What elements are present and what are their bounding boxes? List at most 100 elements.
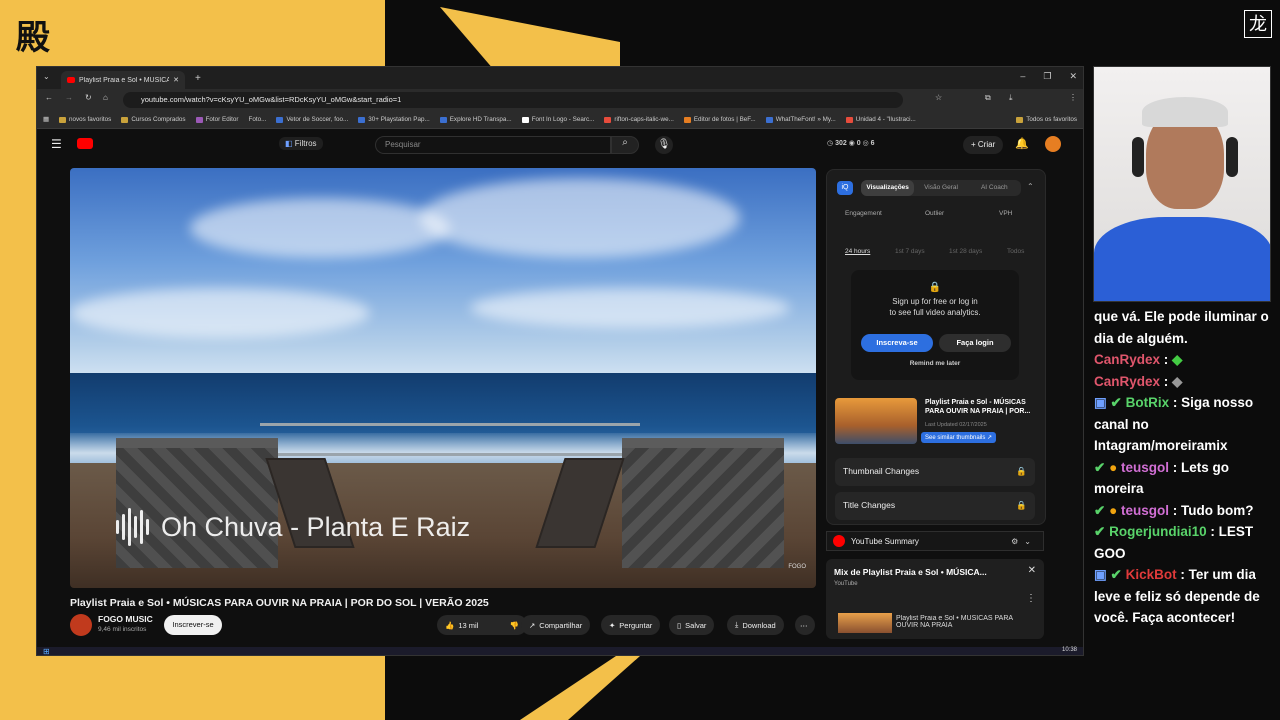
tab-title: Playlist Praia e Sol • MÚSICAS P (79, 76, 169, 84)
range-24h[interactable]: 24 hours (845, 248, 870, 255)
lock-text-2: to see full video analytics. (889, 308, 981, 317)
all-bookmarks[interactable]: Todos os favoritos (1016, 116, 1077, 123)
create-button[interactable]: + Criar (963, 136, 1004, 154)
bookmark-label: novos favoritos (68, 116, 112, 123)
subscribe-button[interactable]: Inscrever-se (164, 615, 222, 635)
dislike-icon[interactable]: 👎 (510, 621, 519, 630)
bookmark-4[interactable]: Vetor de Soccer, foo... (276, 116, 348, 123)
webcam-feed (1093, 66, 1271, 302)
chat-user: KickBot (1125, 567, 1177, 582)
microphone-icon[interactable]: 🎙 (655, 136, 673, 154)
streamer-hair (1142, 97, 1228, 127)
bookmark-9[interactable]: Editor de fotos | BeF... (683, 116, 756, 123)
tab-ai-coach[interactable]: AI Coach (968, 180, 1021, 196)
video-thumbnail[interactable] (835, 398, 917, 444)
signup-button[interactable]: Inscreva-se (861, 334, 933, 352)
notifications-bell-icon[interactable]: 🔔 (1015, 137, 1029, 150)
filters-button[interactable]: ◧ Filtros (279, 137, 323, 150)
bookmark-5[interactable]: 30+ Playstation Pap... (358, 116, 430, 123)
profile-avatar[interactable] (1045, 136, 1061, 152)
remind-later-link[interactable]: Remind me later (851, 360, 1019, 367)
bookmark-7[interactable]: Font In Logo - Searc... (521, 116, 595, 123)
bookmark-10[interactable]: WhatTheFont! » My... (765, 116, 836, 123)
panel-tabs: Visualizações Visão Geral AI Coach (861, 180, 1021, 196)
verified-icon: ✔ (1110, 567, 1122, 582)
search-icon[interactable]: ⌕ (611, 136, 639, 154)
like-dislike-group[interactable]: 👍 13 mil 👎 (437, 615, 527, 635)
verified-icon: ✔ (1094, 524, 1106, 539)
more-actions-icon[interactable]: ⋯ (795, 615, 815, 635)
bookmark-0[interactable]: novos favoritos (58, 116, 112, 123)
reload-icon[interactable]: ↻ (85, 93, 92, 102)
apps-icon[interactable]: ▦ (43, 116, 49, 123)
overlay-stripe-bottom (520, 656, 640, 720)
video-player[interactable]: Oh Chuva - Planta E Raiz FOGO (70, 168, 816, 588)
bookmark-label: WhatTheFont! » My... (775, 116, 836, 123)
collapse-icon[interactable]: ⌃ (1027, 182, 1034, 191)
similar-label: See similar thumbnails (925, 435, 986, 441)
start-icon[interactable]: ⊞ (43, 647, 50, 655)
tab-views[interactable]: Visualizações (861, 180, 915, 196)
menu-dots-icon[interactable]: ⋮ (1069, 93, 1077, 102)
tab-bar: ⌄ Playlist Praia e Sol • MÚSICAS P ✕ + –… (37, 67, 1083, 89)
bookmark-star-icon[interactable]: ☆ (935, 93, 942, 102)
bookmark-11[interactable]: Unidad 4 - "Ilustraci... (845, 116, 916, 123)
bookmark-6[interactable]: Explore HD Transpa... (439, 116, 512, 123)
extensions-icon[interactable]: ⧉ (985, 93, 991, 103)
lock-text-1: Sign up for free or log in (892, 297, 978, 306)
close-icon[interactable]: ✕ (1028, 565, 1036, 576)
home-icon[interactable]: ⌂ (103, 93, 108, 102)
download-button[interactable]: ⤓ Download (727, 615, 784, 635)
range-7d[interactable]: 1st 7 days (895, 248, 925, 255)
bookmark-label: Font In Logo - Searc... (531, 116, 595, 123)
new-tab-icon[interactable]: + (195, 73, 201, 84)
tab-youtube[interactable]: Playlist Praia e Sol • MÚSICAS P ✕ (61, 71, 185, 89)
youtube-logo-icon[interactable] (77, 138, 93, 149)
bookmark-2[interactable]: Fotor Editor (195, 116, 238, 123)
youtube-summary-bar[interactable]: YouTube Summary ⚙⌄ (826, 531, 1044, 551)
chat-message: ▣ ✔ BotRix : Siga nosso canal no Intagra… (1094, 395, 1254, 453)
corner-logo-icon: 龙 (1244, 10, 1272, 38)
ask-button[interactable]: ✦ Perguntar (601, 615, 661, 635)
close-window-icon[interactable]: ✕ (1069, 71, 1077, 82)
like-icon[interactable]: 👍 (445, 621, 454, 630)
thumbnail-changes-row[interactable]: Thumbnail Changes 🔒 (835, 458, 1035, 486)
bookmark-3[interactable]: Foto... (248, 116, 266, 123)
badge-icon: ● (1109, 502, 1118, 518)
search-input[interactable]: Pesquisar (375, 136, 611, 154)
tab-overview[interactable]: Visão Geral (914, 180, 967, 196)
download-icon[interactable]: ⤓ (1009, 93, 1013, 103)
mix-playlist-card[interactable]: Mix de Playlist Praia e Sol • MÚSICA... … (826, 559, 1044, 639)
summary-logo-icon (833, 535, 845, 547)
channel-subscribers: 9,46 mil inscritos (98, 626, 147, 633)
forward-icon[interactable]: → (65, 93, 73, 102)
login-button[interactable]: Faça login (939, 334, 1011, 352)
bookmark-8[interactable]: rifton-caps-italic-we... (604, 116, 674, 123)
chat-text: que vá. Ele pode iluminar o dia de algué… (1094, 309, 1269, 346)
bookmark-1[interactable]: Cursos Comprados (121, 116, 186, 123)
title-changes-row[interactable]: Title Changes 🔒 (835, 492, 1035, 520)
summary-tools-icon[interactable]: ⚙⌄ (1011, 537, 1037, 546)
stat-likes: 0 (856, 140, 861, 147)
emote-icon: ◆ (1172, 373, 1183, 389)
hamburger-menu-icon[interactable]: ☰ (51, 137, 62, 151)
tab-close-icon[interactable]: ✕ (173, 76, 179, 84)
range-28d[interactable]: 1st 28 days (949, 248, 982, 255)
channel-avatar[interactable] (70, 614, 92, 636)
window-controls: – ❐ ✕ (1020, 71, 1077, 82)
tab-search-icon[interactable]: ⌄ (43, 72, 50, 81)
share-button[interactable]: ↗ Compartilhar (521, 615, 591, 635)
mix-item-thumbnail[interactable] (838, 613, 892, 633)
maximize-icon[interactable]: ❐ (1043, 71, 1051, 82)
url-input[interactable]: youtube.com/watch?v=cKsyYU_oMGw&list=RDc… (123, 92, 903, 108)
range-all[interactable]: Todos (1007, 248, 1024, 255)
chat-message: CanRydex : ◆ (1094, 352, 1183, 367)
verified-icon: ✔ (1110, 395, 1122, 410)
minimize-icon[interactable]: – (1020, 71, 1025, 82)
channel-name[interactable]: FOGO MUSIC (98, 614, 153, 624)
video-watermark: FOGO (788, 564, 806, 570)
save-button[interactable]: ▯ Salvar (669, 615, 715, 635)
back-icon[interactable]: ← (45, 93, 53, 102)
similar-thumbnails-button[interactable]: See similar thumbnails ↗ (921, 432, 997, 443)
mix-menu-icon[interactable]: ⋮ (1026, 593, 1036, 604)
